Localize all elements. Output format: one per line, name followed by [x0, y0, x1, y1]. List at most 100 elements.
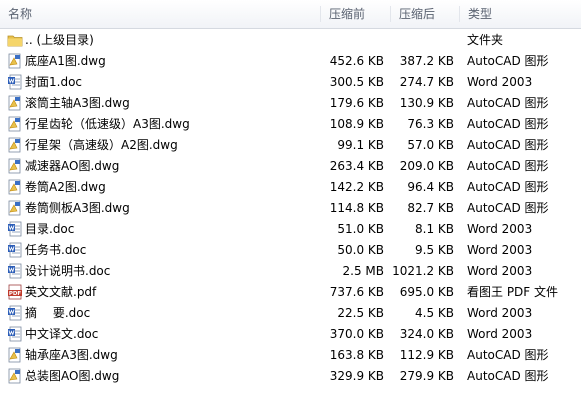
column-header-type[interactable]: 类型 [460, 0, 581, 28]
compressed-before-size: 370.0 KB [329, 327, 384, 341]
compressed-before-size: 179.6 KB [329, 96, 384, 110]
file-name: 设计说明书.doc [25, 264, 111, 278]
file-row[interactable]: 总装图AO图.dwg 329.9 KB 279.9 KB AutoCAD 图形 [0, 366, 581, 387]
compressed-before-size: 114.8 KB [329, 201, 384, 215]
compressed-after-size: 57.0 KB [407, 138, 454, 152]
compressed-before-size: 51.0 KB [337, 222, 384, 236]
column-header-bar: 名称 压缩前 压缩后 类型 [0, 0, 581, 29]
file-type: 看图王 PDF 文件 [467, 285, 559, 299]
file-type: Word 2003 [467, 222, 533, 236]
file-row[interactable]: 卷筒A2图.dwg 142.2 KB 96.4 KB AutoCAD 图形 [0, 177, 581, 198]
dwg-file-icon [7, 158, 23, 174]
file-type: AutoCAD 图形 [467, 117, 549, 131]
file-name: 卷筒A2图.dwg [25, 180, 106, 194]
compressed-before-size: 737.6 KB [329, 285, 384, 299]
file-row[interactable]: 滚筒主轴A3图.dwg 179.6 KB 130.9 KB AutoCAD 图形 [0, 93, 581, 114]
compressed-after-size: 1021.2 KB [392, 264, 454, 278]
file-name: 任务书.doc [25, 243, 87, 257]
file-name: 中文译文.doc [25, 327, 99, 341]
file-name: 总装图AO图.dwg [25, 369, 120, 383]
compressed-before-size: 50.0 KB [337, 243, 384, 257]
file-name: 轴承座A3图.dwg [25, 348, 118, 362]
compressed-after-size: 4.5 KB [415, 306, 454, 320]
compressed-after-size: 209.0 KB [399, 159, 454, 173]
file-row[interactable]: 目录.doc 51.0 KB 8.1 KB Word 2003 [0, 219, 581, 240]
file-name: 减速器AO图.dwg [25, 159, 120, 173]
file-row[interactable]: 中文译文.doc 370.0 KB 324.0 KB Word 2003 [0, 324, 581, 345]
dwg-file-icon [7, 53, 23, 69]
column-header-compressed-after[interactable]: 压缩后 [391, 0, 460, 28]
compressed-after-size: 130.9 KB [399, 96, 454, 110]
word-doc-icon [7, 305, 23, 321]
file-type: AutoCAD 图形 [467, 348, 549, 362]
file-type: Word 2003 [467, 306, 533, 320]
file-name: 摘 要.doc [25, 306, 91, 320]
file-name: 卷筒侧板A3图.dwg [25, 201, 130, 215]
dwg-file-icon [7, 137, 23, 153]
file-row[interactable]: 摘 要.doc 22.5 KB 4.5 KB Word 2003 [0, 303, 581, 324]
file-type: AutoCAD 图形 [467, 159, 549, 173]
compressed-before-size: 263.4 KB [329, 159, 384, 173]
dwg-file-icon [7, 95, 23, 111]
column-header-type-label: 类型 [468, 7, 493, 21]
file-type: Word 2003 [467, 327, 533, 341]
file-row[interactable]: 设计说明书.doc 2.5 MB 1021.2 KB Word 2003 [0, 261, 581, 282]
compressed-before-size: 22.5 KB [337, 306, 384, 320]
compressed-after-size: 274.7 KB [399, 75, 454, 89]
compressed-after-size: 279.9 KB [399, 369, 454, 383]
file-type: AutoCAD 图形 [467, 138, 549, 152]
compressed-after-size: 387.2 KB [399, 54, 454, 68]
compressed-after-size: 112.9 KB [399, 348, 454, 362]
word-doc-icon [7, 326, 23, 342]
dwg-file-icon [7, 179, 23, 195]
file-row[interactable]: 底座A1图.dwg 452.6 KB 387.2 KB AutoCAD 图形 [0, 51, 581, 72]
compressed-after-size: 695.0 KB [399, 285, 454, 299]
column-header-compressed-before[interactable]: 压缩前 [321, 0, 391, 28]
file-name: 滚筒主轴A3图.dwg [25, 96, 130, 110]
column-header-compressed-before-label: 压缩前 [329, 7, 366, 21]
word-doc-icon [7, 263, 23, 279]
compressed-before-size: 99.1 KB [337, 138, 384, 152]
file-type: AutoCAD 图形 [467, 54, 549, 68]
file-row[interactable]: 行星架（高速级）A2图.dwg 99.1 KB 57.0 KB AutoCAD 图形 [0, 135, 581, 156]
file-name: 行星架（高速级）A2图.dwg [25, 138, 178, 152]
column-header-name[interactable]: 名称 [0, 0, 321, 28]
word-doc-icon [7, 242, 23, 258]
compressed-before-size: 108.9 KB [329, 117, 384, 131]
file-name: .. (上级目录) [25, 33, 94, 47]
file-row[interactable]: 卷筒侧板A3图.dwg 114.8 KB 82.7 KB AutoCAD 图形 [0, 198, 581, 219]
file-row[interactable]: 行星齿轮（低速级）A3图.dwg 108.9 KB 76.3 KB AutoCAD 图… [0, 114, 581, 135]
file-row[interactable]: 轴承座A3图.dwg 163.8 KB 112.9 KB AutoCAD 图形 [0, 345, 581, 366]
dwg-file-icon [7, 368, 23, 384]
file-list: .. (上级目录) 文件夹 底座A1图.dwg 452.6 KB 387.2 KB Aut… [0, 30, 581, 387]
file-row[interactable]: 任务书.doc 50.0 KB 9.5 KB Word 2003 [0, 240, 581, 261]
file-type: 文件夹 [467, 33, 504, 47]
word-doc-icon [7, 221, 23, 237]
column-header-name-label: 名称 [8, 7, 33, 21]
file-row[interactable]: 封面1.doc 300.5 KB 274.7 KB Word 2003 [0, 72, 581, 93]
column-header-compressed-after-label: 压缩后 [399, 7, 436, 21]
dwg-file-icon [7, 116, 23, 132]
file-row[interactable]: .. (上级目录) 文件夹 [0, 30, 581, 51]
file-row[interactable]: 减速器AO图.dwg 263.4 KB 209.0 KB AutoCAD 图形 [0, 156, 581, 177]
pdf-file-icon: PDF [7, 284, 23, 300]
compressed-after-size: 82.7 KB [407, 201, 454, 215]
file-row[interactable]: PDF 英文文献.pdf 737.6 KB 695.0 KB 看图王 PDF 文件 [0, 282, 581, 303]
compressed-before-size [321, 30, 384, 51]
word-doc-icon [7, 74, 23, 90]
file-name: 英文文献.pdf [25, 285, 97, 299]
svg-text:PDF: PDF [9, 291, 22, 297]
folder-icon [7, 32, 23, 48]
compressed-after-size: 9.5 KB [415, 243, 454, 257]
compressed-before-size: 452.6 KB [329, 54, 384, 68]
compressed-before-size: 300.5 KB [329, 75, 384, 89]
file-name: 行星齿轮（低速级）A3图.dwg [25, 117, 190, 131]
compressed-before-size: 163.8 KB [329, 348, 384, 362]
file-type: Word 2003 [467, 264, 533, 278]
dwg-file-icon [7, 347, 23, 363]
compressed-after-size: 8.1 KB [415, 222, 454, 236]
compressed-before-size: 2.5 MB [342, 264, 384, 278]
compressed-after-size [391, 30, 454, 51]
file-name: 目录.doc [25, 222, 75, 236]
dwg-file-icon [7, 200, 23, 216]
